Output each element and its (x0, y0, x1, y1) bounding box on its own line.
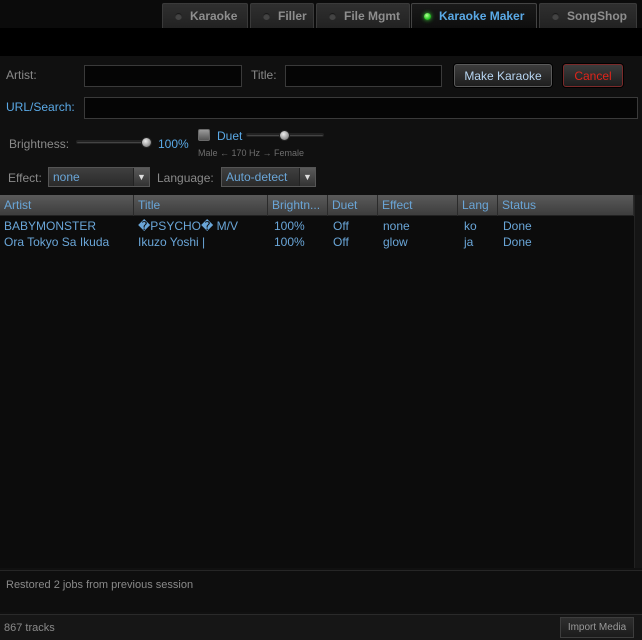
status-led-icon (552, 12, 559, 20)
make-karaoke-button[interactable]: Make Karaoke (454, 64, 552, 87)
table-scrollbar[interactable] (634, 195, 642, 568)
cell-lang: ja (464, 235, 474, 249)
url-search-label: URL/Search: (6, 100, 75, 114)
tab-label: SongShop (567, 9, 627, 23)
cell-status: Done (503, 235, 532, 249)
tab-label: File Mgmt (344, 9, 400, 23)
artist-label: Artist: (6, 68, 37, 82)
duet-checkbox[interactable] (198, 129, 210, 141)
column-header-artist[interactable]: Artist (0, 195, 134, 216)
artist-field[interactable] (84, 65, 242, 87)
tab-label: Karaoke (190, 9, 238, 23)
title-field[interactable] (285, 65, 442, 87)
cell-effect: glow (383, 235, 408, 249)
column-header-duet[interactable]: Duet (328, 195, 378, 216)
tab-label: Filler (278, 9, 307, 23)
status-area: Restored 2 jobs from previous session (0, 570, 642, 612)
cell-title: Ikuzo Yoshi | (138, 235, 206, 249)
duet-pitch-slider-handle[interactable] (279, 130, 290, 141)
table-row[interactable]: Ora Tokyo Sa Ikuda Ikuzo Yoshi | 100% Of… (0, 234, 634, 250)
cell-status: Done (503, 219, 532, 233)
status-led-icon (329, 12, 336, 20)
tab-label: Karaoke Maker (439, 9, 525, 23)
cell-effect: none (383, 219, 410, 233)
cancel-button[interactable]: Cancel (563, 64, 623, 87)
tab-songshop[interactable]: SongShop (539, 3, 637, 28)
url-search-input[interactable] (84, 97, 638, 119)
column-header-brightness[interactable]: Brightn... (268, 195, 328, 216)
column-header-effect[interactable]: Effect (378, 195, 458, 216)
tab-karaoke-maker[interactable]: Karaoke Maker (411, 3, 537, 28)
language-value: Auto-detect (226, 170, 288, 184)
brightness-label: Brightness: (9, 137, 70, 151)
cell-duet: Off (333, 219, 349, 233)
tab-bar: Karaoke Filler File Mgmt Karaoke Maker S… (0, 0, 642, 28)
effect-select[interactable]: none ▼ (48, 167, 150, 187)
title-label: Title: (251, 68, 277, 82)
jobs-table-header: Artist Title Brightn... Duet Effect Lang… (0, 195, 634, 216)
footer-bar: 867 tracks Import Media (0, 614, 642, 640)
karaoke-maker-panel: Artist: Title: Make Karaoke Cancel URL/S… (0, 56, 642, 640)
brightness-value: 100% (158, 137, 189, 151)
chevron-down-icon: ▼ (299, 168, 315, 186)
duet-label: Duet (217, 129, 243, 143)
cell-artist: BABYMONSTER (4, 219, 97, 233)
chevron-down-icon: ▼ (133, 168, 149, 186)
table-row[interactable]: BABYMONSTER �PSYCHO� M/V 100% Off none k… (0, 218, 634, 234)
brightness-slider-handle[interactable] (141, 137, 152, 148)
column-header-title[interactable]: Title (134, 195, 268, 216)
jobs-table-body: BABYMONSTER �PSYCHO� M/V 100% Off none k… (0, 216, 634, 568)
tab-file-mgmt[interactable]: File Mgmt (316, 3, 410, 28)
cell-artist: Ora Tokyo Sa Ikuda (4, 235, 110, 249)
effect-label: Effect: (8, 171, 42, 185)
status-led-icon (263, 12, 270, 20)
cell-duet: Off (333, 235, 349, 249)
track-count: 867 tracks (4, 622, 55, 634)
effect-value: none (53, 170, 80, 184)
import-media-button[interactable]: Import Media (560, 617, 634, 638)
tab-filler[interactable]: Filler (250, 3, 314, 28)
status-led-icon (424, 12, 431, 20)
cell-lang: ko (464, 219, 477, 233)
duet-pitch-hint: Male ← 170 Hz → Female (198, 148, 305, 158)
status-message: Restored 2 jobs from previous session (6, 579, 194, 591)
column-header-lang[interactable]: Lang (458, 195, 498, 216)
language-select[interactable]: Auto-detect ▼ (221, 167, 316, 187)
cell-brightness: 100% (274, 235, 305, 249)
cell-title: �PSYCHO� M/V (138, 219, 238, 233)
column-header-status[interactable]: Status (498, 195, 634, 216)
tab-karaoke[interactable]: Karaoke (162, 3, 248, 28)
cell-brightness: 100% (274, 219, 305, 233)
language-label: Language: (157, 171, 214, 185)
status-led-icon (175, 12, 182, 20)
